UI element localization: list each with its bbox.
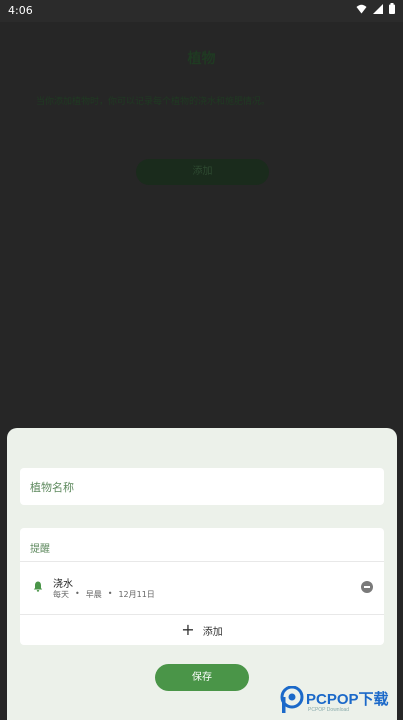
reminder-date: 12月11日 <box>118 590 155 599</box>
watermark-subtext: PCPOP Download <box>308 707 350 713</box>
status-icons <box>356 3 395 14</box>
separator: • <box>75 589 80 598</box>
wifi-icon <box>356 4 367 13</box>
save-button[interactable]: 保存 <box>155 664 249 691</box>
page-title: 植物 <box>187 51 216 67</box>
divider <box>20 614 384 615</box>
watermark-text: PCPOP下载 <box>306 691 389 708</box>
reminder-title: 浇水 <box>53 579 73 590</box>
add-reminder-label: 添加 <box>202 626 223 638</box>
plant-name-placeholder: 植物名称 <box>30 481 74 494</box>
add-plant-button: 添加 <box>136 159 269 185</box>
add-plant-sheet: 植物名称 提醒 浇水 每天 • 早晨 • 12月11日 + 添加 保存 <box>7 428 397 720</box>
reminders-header: 提醒 <box>30 544 50 555</box>
plant-name-field[interactable]: 植物名称 <box>20 468 384 505</box>
reminder-time: 早晨 <box>85 590 102 599</box>
remove-reminder-icon[interactable] <box>361 581 373 593</box>
divider <box>20 561 384 562</box>
empty-description: 当你添加植物时，你可以记录每个植物的浇水和施肥情况。 <box>36 97 271 107</box>
reminders-card: 提醒 浇水 每天 • 早晨 • 12月11日 + 添加 <box>20 528 384 645</box>
battery-icon <box>389 3 395 14</box>
separator: • <box>107 589 113 598</box>
bell-icon <box>33 581 43 592</box>
pcpop-watermark: PCPOP下载 PCPOP Download <box>280 684 398 718</box>
plus-icon: + <box>181 620 195 639</box>
reminder-frequency: 每天 <box>53 590 69 599</box>
status-time: 4:06 <box>8 4 33 17</box>
add-reminder-button[interactable]: + 添加 <box>20 620 384 640</box>
signal-icon <box>373 3 383 14</box>
reminder-details: 每天 • 早晨 • 12月11日 <box>53 589 155 600</box>
status-bar: 4:06 <box>0 0 403 22</box>
pcpop-logo-icon <box>280 686 304 713</box>
